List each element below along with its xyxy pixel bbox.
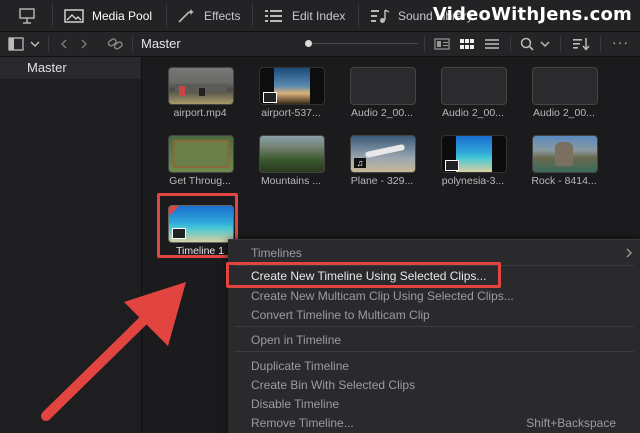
- red-arrow-annotation: [41, 282, 186, 421]
